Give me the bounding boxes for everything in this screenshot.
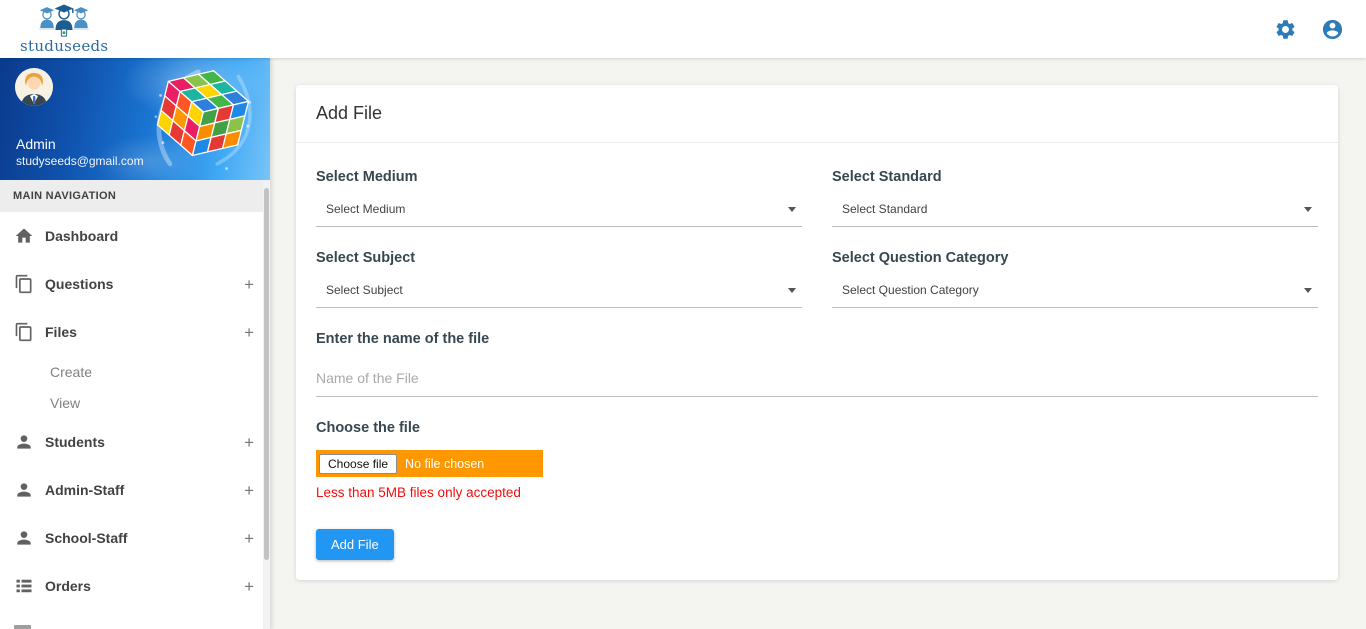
logo-text: studuseeds [20,39,108,54]
profile-panel: Admin studyseeds@gmail.com [0,58,270,180]
list-icon [14,576,34,596]
caret-down-icon [788,288,796,293]
app-logo[interactable]: studuseeds [20,4,108,54]
sidebar-item-files[interactable]: Files + [0,308,270,356]
sidebar-item-school-staff[interactable]: School-Staff + [0,514,270,562]
medium-label: Select Medium [316,169,802,185]
add-file-button[interactable]: Add File [316,529,394,560]
file-name-input[interactable] [316,364,1318,397]
sidebar-item-dashboard[interactable]: Dashboard [0,212,270,260]
sidebar-item-orders[interactable]: Orders + [0,562,270,610]
medium-select[interactable]: Select Medium [316,202,802,227]
sidebar-subitem-label: Create [50,364,92,380]
sidebar-item-label: Orders [45,578,244,594]
sidebar-item-label: Admin-Staff [45,482,244,498]
subject-field: Select Subject Select Subject [316,250,802,308]
sidebar-scrollbar-thumb[interactable] [264,188,269,560]
sidebar-item-label: Files [45,324,244,340]
standard-label: Select Standard [832,169,1318,185]
choose-file-label: Choose the file [316,420,1318,436]
question-category-select[interactable]: Select Question Category [832,283,1318,308]
sidebar-item-admin-staff[interactable]: Admin-Staff + [0,466,270,514]
home-icon [14,226,34,246]
medium-field: Select Medium Select Medium [316,169,802,227]
sidebar-item-label: Students [45,434,244,450]
person-icon [14,432,34,452]
plus-icon[interactable]: + [244,578,254,595]
file-name-label: Enter the name of the file [316,331,1318,347]
plus-icon[interactable]: + [244,276,254,293]
file-status-text: No file chosen [405,457,484,471]
add-file-card: Add File Select Medium Select Medium Sel… [296,85,1338,580]
sidebar-subitem-label: View [50,395,80,411]
sidebar-subitem-view[interactable]: View [0,387,270,418]
choose-file-field: Choose the file Choose file No file chos… [316,420,1318,500]
person-icon [14,480,34,500]
plus-icon[interactable]: + [244,530,254,547]
pages-icon [14,322,34,342]
caret-down-icon [788,207,796,212]
plus-icon[interactable]: + [244,482,254,499]
person-icon [14,528,34,548]
plus-icon[interactable]: + [244,324,254,341]
page-title: Add File [316,103,382,123]
next-item-icon-partial [14,625,31,629]
nav-list: Dashboard Questions + Files + Create [0,212,270,610]
plus-icon[interactable]: + [244,434,254,451]
avatar-image [15,68,53,106]
file-upload-widget[interactable]: Choose file No file chosen [316,450,543,477]
main-content: Add File Select Medium Select Medium Sel… [270,58,1366,629]
gear-icon[interactable] [1274,18,1297,41]
medium-select-value: Select Medium [326,202,405,216]
sidebar-item-students[interactable]: Students + [0,418,270,466]
caret-down-icon [1304,288,1312,293]
avatar[interactable] [15,68,53,106]
sidebar: Admin studyseeds@gmail.com MAIN NAVIGATI… [0,58,270,629]
top-header: studuseeds [0,0,1366,58]
nav-section-title: MAIN NAVIGATION [0,180,270,212]
subject-select[interactable]: Select Subject [316,283,802,308]
sidebar-scrollbar-track[interactable] [263,180,270,629]
sidebar-item-label: School-Staff [45,530,244,546]
profile-name: Admin [16,136,56,152]
choose-file-button[interactable]: Choose file [319,454,397,474]
caret-down-icon [1304,207,1312,212]
question-category-field: Select Question Category Select Question… [832,250,1318,308]
sidebar-subitem-create[interactable]: Create [0,356,270,387]
question-category-label: Select Question Category [832,250,1318,266]
standard-select-value: Select Standard [842,202,927,216]
question-category-select-value: Select Question Category [842,283,979,297]
standard-select[interactable]: Select Standard [832,202,1318,227]
file-name-field: Enter the name of the file [316,331,1318,397]
subject-label: Select Subject [316,250,802,266]
pages-icon [14,274,34,294]
standard-field: Select Standard Select Standard [832,169,1318,227]
students-logo-icon [35,4,93,38]
sidebar-item-label: Dashboard [45,228,254,244]
sidebar-item-questions[interactable]: Questions + [0,260,270,308]
profile-email: studyseeds@gmail.com [16,154,144,168]
rubik-cube-graphic [144,60,262,178]
file-size-hint: Less than 5MB files only accepted [316,485,1318,500]
subject-select-value: Select Subject [326,283,403,297]
account-circle-icon[interactable] [1321,18,1344,41]
sidebar-item-label: Questions [45,276,244,292]
